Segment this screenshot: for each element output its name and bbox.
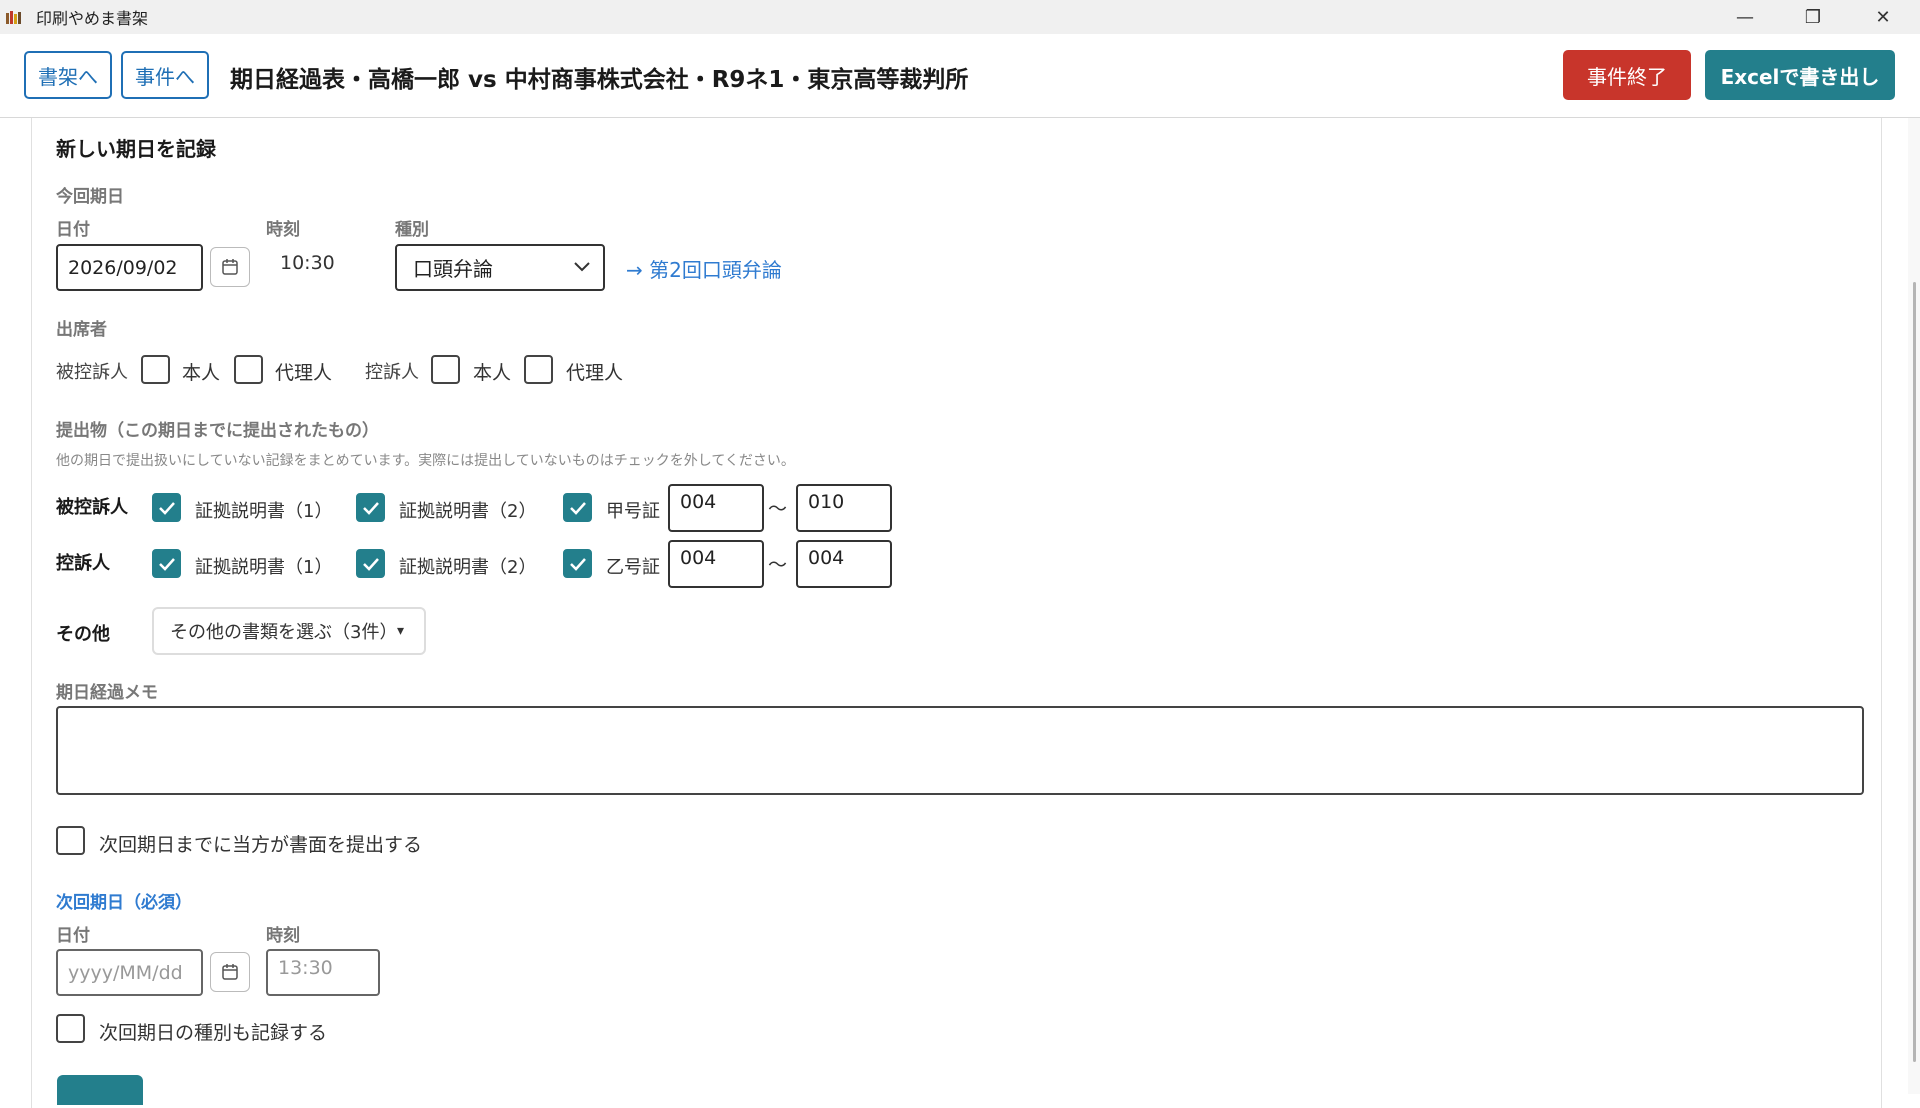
appellee-item1-label: 証拠説明書（1） xyxy=(195,501,333,522)
appellant-self-label: 本人 xyxy=(473,362,512,384)
attendees-heading: 出席者 xyxy=(56,320,107,340)
submit-by-next-checkbox[interactable] xyxy=(56,826,85,855)
calendar-icon xyxy=(222,964,238,980)
calendar-button[interactable] xyxy=(210,247,250,287)
appellee-submission-label: 被控訴人 xyxy=(56,497,128,518)
time-value[interactable]: 10:30 xyxy=(280,252,335,274)
case-nav-button[interactable]: 事件へ xyxy=(121,51,209,99)
appellant-evidence-checkbox[interactable] xyxy=(563,549,592,578)
appellant-submission-label: 控訴人 xyxy=(56,553,110,574)
next-time-input[interactable]: 13:30 xyxy=(266,949,380,996)
appellant-item1-label: 証拠説明書（1） xyxy=(195,557,333,578)
window-titlebar: 印刷やめま書架 xyxy=(0,0,1920,34)
next-date-heading: 次回期日（必須） xyxy=(56,893,192,913)
date-input[interactable]: 2026/09/02 xyxy=(56,244,203,291)
time-label: 時刻 xyxy=(266,220,300,240)
check-icon xyxy=(362,557,379,571)
record-next-type-label: 次回期日の種別も記録する xyxy=(99,1022,328,1044)
next-calendar-button[interactable] xyxy=(210,952,250,992)
appellant-attendee-label: 控訴人 xyxy=(365,362,419,383)
appellee-evidence-checkbox[interactable] xyxy=(563,493,592,522)
type-select[interactable]: 口頭弁論 xyxy=(395,244,605,291)
appellant-evidence-to-input[interactable]: 004 xyxy=(796,540,892,588)
appellee-evidence-to-input[interactable]: 010 xyxy=(796,484,892,532)
appellant-range-separator: ～ xyxy=(768,554,788,576)
check-icon xyxy=(569,501,586,515)
appellee-self-checkbox[interactable] xyxy=(141,355,170,384)
date-label: 日付 xyxy=(56,220,90,240)
type-label: 種別 xyxy=(395,220,429,240)
bookshelf-icon xyxy=(6,10,24,24)
window-title: 印刷やめま書架 xyxy=(36,9,149,28)
appellee-attendee-label: 被控訴人 xyxy=(56,362,128,383)
minimize-button[interactable]: — xyxy=(1710,0,1780,34)
appellee-item2-checkbox[interactable] xyxy=(356,493,385,522)
other-documents-select[interactable]: その他の書類を選ぶ（3件） ▾ xyxy=(152,607,426,655)
chevron-down-icon xyxy=(574,262,590,272)
close-button[interactable]: ✕ xyxy=(1848,0,1918,34)
type-link[interactable]: → 第2回口頭弁論 xyxy=(626,254,782,283)
other-documents-select-label: その他の書類を選ぶ（3件） xyxy=(170,622,398,643)
appellee-item2-label: 証拠説明書（2） xyxy=(399,501,537,522)
end-case-button[interactable]: 事件終了 xyxy=(1563,50,1691,100)
appellee-agent-label: 代理人 xyxy=(275,362,333,384)
record-next-type-checkbox[interactable] xyxy=(56,1014,85,1043)
appellant-agent-label: 代理人 xyxy=(566,362,624,384)
submissions-heading: 提出物（この期日までに提出されたもの） xyxy=(56,421,379,441)
appellant-agent-checkbox[interactable] xyxy=(524,355,553,384)
next-date-label: 日付 xyxy=(56,926,90,946)
appellant-item2-label: 証拠説明書（2） xyxy=(399,557,537,578)
appellee-evidence-label: 甲号証 xyxy=(606,501,660,522)
memo-label: 期日経過メモ xyxy=(56,683,158,703)
shelf-nav-button[interactable]: 書架へ xyxy=(24,51,112,99)
check-icon xyxy=(362,501,379,515)
submissions-note: 他の期日で提出扱いにしていない記録をまとめています。実際には提出していないものは… xyxy=(56,453,795,469)
submit-by-next-label: 次回期日までに当方が書面を提出する xyxy=(99,834,423,856)
appellant-evidence-label: 乙号証 xyxy=(606,557,660,578)
page-header: 書架へ 事件へ 期日経過表・高橋一郎 vs 中村商事株式会社・R9ネ1・東京高等… xyxy=(0,34,1920,118)
appellant-self-checkbox[interactable] xyxy=(431,355,460,384)
memo-textarea[interactable] xyxy=(56,706,1864,795)
next-time-label: 時刻 xyxy=(266,926,300,946)
appellee-agent-checkbox[interactable] xyxy=(234,355,263,384)
check-icon xyxy=(569,557,586,571)
type-select-value: 口頭弁論 xyxy=(413,257,493,281)
maximize-button[interactable]: ❐ xyxy=(1778,0,1848,34)
minimize-icon: — xyxy=(1736,6,1754,28)
dropdown-arrow-icon: ▾ xyxy=(396,623,404,639)
check-icon xyxy=(158,557,175,571)
restore-icon: ❐ xyxy=(1804,6,1822,28)
scrollbar-thumb[interactable] xyxy=(1913,282,1916,1062)
appellant-item2-checkbox[interactable] xyxy=(356,549,385,578)
save-button[interactable] xyxy=(57,1075,143,1105)
page-title: 期日経過表・高橋一郎 vs 中村商事株式会社・R9ネ1・東京高等裁判所 xyxy=(230,67,969,93)
export-excel-button[interactable]: Excelで書き出し xyxy=(1705,50,1895,100)
appellee-self-label: 本人 xyxy=(182,362,221,384)
appellant-evidence-from-input[interactable]: 004 xyxy=(668,540,764,588)
appellee-range-separator: ～ xyxy=(768,498,788,520)
calendar-icon xyxy=(222,259,238,275)
section-title: 新しい期日を記録 xyxy=(56,137,216,161)
appellee-evidence-from-input[interactable]: 004 xyxy=(668,484,764,532)
appellant-item1-checkbox[interactable] xyxy=(152,549,181,578)
close-icon: ✕ xyxy=(1875,6,1891,28)
next-date-input[interactable]: yyyy/MM/dd xyxy=(56,949,203,996)
check-icon xyxy=(158,501,175,515)
appellee-item1-checkbox[interactable] xyxy=(152,493,181,522)
current-date-heading: 今回期日 xyxy=(56,187,124,207)
other-label: その他 xyxy=(56,624,110,645)
